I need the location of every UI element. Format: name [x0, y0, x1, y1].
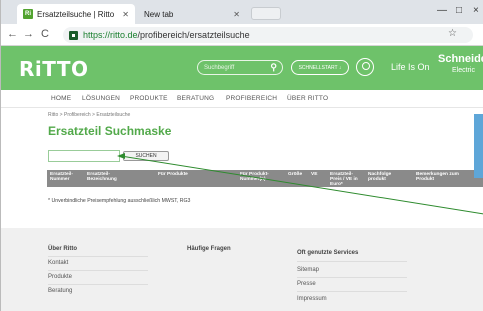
column-header: VE	[311, 172, 318, 177]
new-tab-button[interactable]	[251, 7, 281, 20]
site-header: RiTTO Suchbegriff ⚲ SCHNELLSTART ↓ Life …	[1, 46, 483, 90]
nav-item-loesungen[interactable]: LÖSUNGEN	[82, 95, 120, 102]
site-footer: Über Ritto Kontakt Produkte Beratung Häu…	[1, 228, 483, 311]
schneider-electric-logo[interactable]: Schneider Electric	[438, 54, 483, 76]
close-window-icon[interactable]: ×	[473, 5, 479, 16]
nav-item-produkte[interactable]: PRODUKTE	[130, 95, 168, 102]
footer-divider	[297, 261, 407, 262]
search-placeholder: Suchbegriff	[204, 64, 235, 71]
quick-start-button[interactable]: SCHNELLSTART ↓	[291, 60, 349, 75]
browser-window: Ri Ersatzteilsuche | Ritto ✕ New tab ✕ —…	[0, 0, 483, 311]
bookmark-star-icon[interactable]: ☆	[448, 28, 457, 39]
footer-link[interactable]: Kontakt	[48, 260, 68, 266]
column-header: Für Produkte	[158, 172, 188, 177]
nav-item-home[interactable]: HOME	[51, 95, 71, 102]
nav-item-profibereich[interactable]: PROFIBEREICH	[226, 95, 277, 102]
footer-heading: Über Ritto	[48, 246, 77, 252]
browser-toolbar: ← → C https://ritto.de/profibereich/ersa…	[1, 24, 483, 46]
close-icon[interactable]: ✕	[122, 10, 129, 19]
column-header: Größe	[288, 172, 303, 177]
nav-item-beratung[interactable]: BERATUNG	[177, 95, 214, 102]
footer-link[interactable]: Presse	[297, 281, 316, 287]
tab-strip: Ri Ersatzteilsuche | Ritto ✕ New tab ✕ —…	[1, 0, 483, 24]
search-icon[interactable]: ⚲	[270, 62, 277, 73]
lock-icon	[69, 30, 78, 40]
column-header: Für Produkt-Nummer(n)	[240, 172, 269, 183]
main-nav: HOME LÖSUNGEN PRODUKTE BERATUNG PROFIBER…	[1, 90, 483, 108]
user-icon[interactable]	[356, 58, 374, 76]
tab-new-tab[interactable]: New tab ✕	[138, 4, 246, 24]
minimize-icon[interactable]: —	[437, 5, 447, 16]
column-header: Ersatzteil-Preis / VE in Euro*	[330, 172, 358, 188]
url-text: https://ritto.de/profibereich/ersatzteil…	[83, 30, 250, 40]
close-icon[interactable]: ✕	[233, 10, 240, 19]
ritto-logo[interactable]: RiTTO	[19, 57, 89, 81]
ritto-favicon-icon: Ri	[23, 9, 33, 19]
feedback-side-tab[interactable]	[474, 114, 483, 178]
nav-item-ueber-ritto[interactable]: ÜBER RITTO	[287, 95, 328, 102]
footer-heading: Oft genutzte Services	[297, 250, 359, 256]
footer-link[interactable]: Produkte	[48, 274, 72, 280]
maximize-icon[interactable]: □	[456, 5, 462, 16]
search-button[interactable]: SUCHEN	[123, 151, 169, 161]
column-header: Ersatzteil-Nummer	[50, 172, 73, 183]
footer-link[interactable]: Beratung	[48, 288, 72, 294]
tab-title: Ersatzteilsuche | Ritto	[37, 9, 115, 19]
footer-divider	[48, 284, 148, 285]
reload-icon[interactable]: C	[41, 28, 49, 40]
tab-ersatzteilsuche[interactable]: Ri Ersatzteilsuche | Ritto ✕	[17, 4, 135, 24]
forward-arrow-icon[interactable]: →	[23, 28, 34, 40]
back-arrow-icon[interactable]: ←	[7, 28, 18, 40]
column-header: Nachfolge produkt	[368, 172, 392, 183]
price-footnote: * Unverbindliche Preisempfehlung ausschl…	[48, 198, 191, 204]
column-header: Bemerkungen zum Produkt	[416, 172, 459, 183]
part-number-input[interactable]	[48, 150, 120, 162]
footer-link[interactable]: Sitemap	[297, 267, 319, 273]
site-search-input[interactable]: Suchbegriff ⚲	[197, 60, 283, 75]
footer-divider	[297, 277, 407, 278]
page-title: Ersatzteil Suchmaske	[48, 124, 172, 138]
footer-heading[interactable]: Häufige Fragen	[187, 246, 231, 252]
tab-title: New tab	[144, 9, 174, 19]
footer-divider	[48, 256, 148, 257]
column-header: Ersatzteil-Bezeichnung	[87, 172, 117, 183]
footer-link[interactable]: Impressum	[297, 296, 327, 302]
address-bar[interactable]: https://ritto.de/profibereich/ersatzteil…	[63, 27, 473, 43]
footer-divider	[48, 270, 148, 271]
life-is-on-label: Life Is On	[391, 62, 430, 72]
footer-divider	[297, 291, 407, 292]
breadcrumb[interactable]: Ritto > Profibereich > Ersatzteilsuche	[48, 112, 130, 118]
results-table-header: Ersatzteil-Nummer Ersatzteil-Bezeichnung…	[47, 170, 483, 187]
